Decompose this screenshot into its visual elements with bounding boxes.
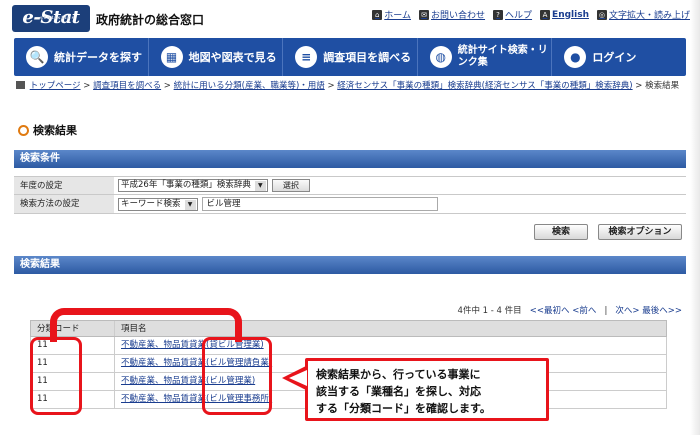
search-options-button[interactable]: 検索オプション (598, 224, 682, 240)
header: e-Stat statistics 政府統計の総合窓口 ⌂ ホーム ✉ お問い合わせ … (0, 0, 700, 38)
map-icon: ▦ (160, 46, 183, 68)
nav-maps-charts[interactable]: ▦ 地図や図表で見る (149, 38, 284, 76)
page-title: 検索結果 (18, 122, 77, 138)
first-page-link[interactable]: <<最初へ (530, 306, 570, 316)
utility-links: ⌂ ホーム ✉ お問い合わせ ? ヘルプ A English ◎ 文字拡大・読み上げ (372, 8, 690, 21)
list-search-icon: ≡ (295, 46, 318, 68)
nav-site-links[interactable]: ◍ 統計サイト検索・リンク集 (418, 38, 553, 76)
results-header: 検索結果 (14, 256, 686, 274)
callout-pointer-inner (289, 370, 307, 386)
breadcrumb-dictionary[interactable]: 経済センサス「事業の種類」検索辞典(経済センサス「事業の種類」検索辞典) (337, 81, 632, 91)
annotation-code-highlight (30, 337, 82, 415)
accessibility-link[interactable]: ◎ 文字拡大・読み上げ (596, 8, 690, 21)
keyword-input[interactable]: ビル管理 (201, 197, 438, 211)
method-row: 検索方法の設定 キーワード検索 ビル管理 (14, 195, 686, 214)
result-count: 4件中 1 - 4 件目 (457, 306, 522, 316)
year-row: 年度の設定 平成26年「事業の種類」検索辞典 選択 (14, 176, 686, 195)
annotation-name-highlight (202, 337, 272, 415)
breadcrumb: トップページ > 調査項目を調べる > 統計に用いる分類(産業、職業等)・用語 … (16, 80, 686, 93)
breadcrumb-survey-items[interactable]: 調査項目を調べる (93, 81, 161, 91)
home-link[interactable]: ⌂ ホーム (372, 8, 411, 21)
prev-page-link[interactable]: <前へ (572, 306, 596, 316)
annotation-callout: 検索結果から、行っている事業に 該当する「業種名」を探し、対応 する「分類コード… (305, 358, 549, 421)
pagination: 4件中 1 - 4 件目 <<最初へ <前へ | 次へ> 最後へ>> (457, 306, 682, 316)
home-icon: ⌂ (372, 9, 383, 20)
select-button[interactable]: 選択 (271, 179, 310, 192)
help-icon: ? (493, 9, 504, 20)
estat-logo[interactable]: e-Stat statistics (12, 5, 90, 32)
nav-login[interactable]: ● ログイン (552, 38, 686, 76)
language-icon: A (540, 9, 551, 20)
accessibility-icon: ◎ (596, 9, 607, 20)
ring-icon (18, 124, 29, 136)
contact-link[interactable]: ✉ お問い合わせ (419, 8, 485, 21)
chat-icon: ✉ (419, 9, 430, 20)
search-icon: 🔍 (26, 46, 48, 68)
home-icon (16, 81, 25, 89)
nav-search-data[interactable]: 🔍 統計データを探す (14, 38, 149, 76)
breadcrumb-classification[interactable]: 統計に用いる分類(産業、職業等)・用語 (174, 81, 325, 91)
breadcrumb-current: 検索結果 (645, 81, 680, 91)
year-select[interactable]: 平成26年「事業の種類」検索辞典 (118, 179, 268, 192)
last-page-link[interactable]: 最後へ>> (642, 306, 682, 316)
method-select[interactable]: キーワード検索 (118, 197, 198, 211)
english-link[interactable]: A English (540, 8, 589, 21)
globe-icon: ◍ (429, 46, 452, 68)
method-label: 検索方法の設定 (14, 195, 114, 213)
user-icon: ● (564, 46, 587, 68)
main-nav: 🔍 統計データを探す ▦ 地図や図表で見る ≡ 調査項目を調べる ◍ 統計サイト検索・リ… (14, 38, 686, 76)
year-label: 年度の設定 (14, 177, 114, 194)
search-button[interactable]: 検索 (534, 224, 588, 240)
breadcrumb-top[interactable]: トップページ (30, 81, 81, 91)
help-link[interactable]: ? ヘルプ (493, 8, 532, 21)
site-title: 政府統計の総合窓口 (96, 13, 205, 27)
conditions-header: 検索条件 (14, 150, 686, 168)
conditions-table: 年度の設定 平成26年「事業の種類」検索辞典 選択 検索方法の設定 キーワード検… (14, 176, 686, 214)
page-shadow (690, 0, 700, 435)
next-page-link[interactable]: 次へ> (615, 306, 639, 316)
nav-survey-items[interactable]: ≡ 調査項目を調べる (283, 38, 418, 76)
